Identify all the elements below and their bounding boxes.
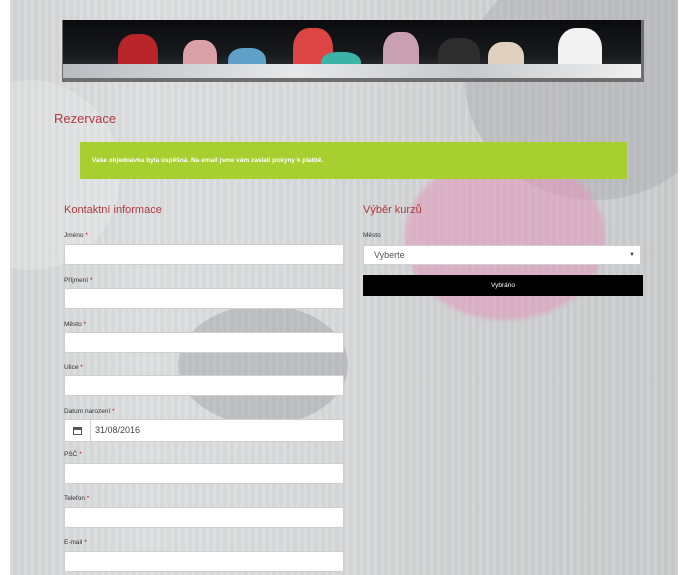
first-name-label: Jméno * (64, 232, 88, 239)
phone-field[interactable] (64, 507, 344, 528)
last-name-label: Příjmení * (64, 277, 93, 284)
email-label: E-mail * (64, 539, 87, 546)
calendar-button[interactable] (64, 419, 90, 442)
course-city-select-value: Vyberte (374, 250, 405, 260)
street-field[interactable] (64, 375, 344, 396)
selected-button[interactable]: Vybráno (363, 275, 643, 296)
success-alert: Vaše objednávka byla úspěšná. Na email j… (80, 142, 627, 179)
course-city-select[interactable]: Vyberte ▼ (363, 245, 641, 265)
calendar-icon (73, 427, 82, 435)
street-label: Ulice * (64, 364, 83, 371)
birth-date-field[interactable]: 31/08/2016 (90, 419, 344, 442)
birth-date-label: Datum narození * (64, 408, 115, 415)
phone-label: Telefon * (64, 495, 90, 502)
course-city-label: Město (363, 232, 381, 239)
city-label: Město * (64, 321, 87, 328)
birth-date-group: 31/08/2016 (64, 419, 344, 442)
reservation-title: Rezervace (54, 111, 117, 126)
postal-code-field[interactable] (64, 463, 344, 484)
last-name-field[interactable] (64, 288, 344, 309)
page-background: Rezervace Vaše objednávka byla úspěšná. … (10, 0, 678, 575)
postal-code-label: PSČ * (64, 451, 82, 458)
course-selection-title: Výběr kurzů (363, 204, 422, 216)
dance-group-photo (62, 20, 644, 82)
city-field[interactable] (64, 332, 344, 353)
email-field[interactable] (64, 551, 344, 572)
chevron-down-icon: ▼ (629, 252, 635, 258)
contact-info-title: Kontaktní informace (64, 204, 162, 216)
first-name-field[interactable] (64, 244, 344, 265)
